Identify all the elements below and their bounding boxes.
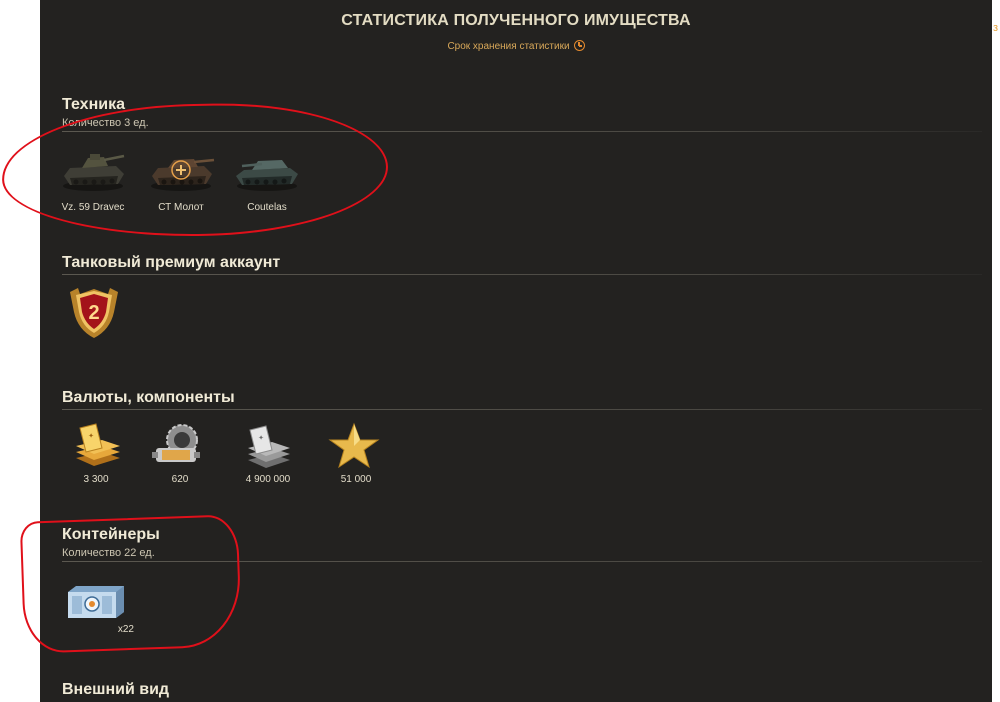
page-title: СТАТИСТИКА ПОЛУЧЕННОГО ИМУЩЕСТВА [341, 12, 691, 29]
section-divider [62, 131, 982, 132]
section-currencies: Валюты, компоненты [62, 389, 982, 410]
vehicle-name: Coutelas [247, 202, 287, 213]
currency-item-bonds[interactable]: 620 [150, 422, 210, 486]
section-count: Количество 22 ед. [62, 547, 155, 559]
tank-icon [63, 154, 125, 191]
premium-days-value: 2 [88, 302, 99, 324]
container-qty: x22 [117, 624, 134, 635]
section-appearance: Внешний вид [62, 681, 982, 699]
clock-icon [573, 40, 585, 51]
section-count: Количество 3 ед. [62, 117, 149, 129]
vehicle-name: Vz. 59 Dravec [61, 202, 125, 213]
section-containers: Контейнеры Количество 22 ед. [62, 526, 982, 562]
section-title: Внешний вид [62, 681, 170, 698]
currency-item-free-xp[interactable]: 51 000 [326, 422, 386, 486]
corner-fragment: з [993, 22, 999, 34]
section-premium: Танковый премиум аккаунт [62, 254, 982, 275]
stats-panel: СТАТИСТИКА ПОЛУЧЕННОГО ИМУЩЕСТВА Срок хр… [40, 0, 992, 702]
vehicle-item-2[interactable]: СТ Молот [146, 148, 216, 218]
section-title: Валюты, компоненты [62, 389, 235, 406]
container-item[interactable]: x22 [64, 582, 134, 638]
currency-item-credits[interactable]: ✦ 4 900 000 [238, 422, 298, 486]
storage-period-link[interactable]: Срок хранения статистики [40, 40, 992, 52]
section-divider [62, 561, 982, 562]
section-title: Техника [62, 96, 125, 113]
svg-text:✦: ✦ [258, 434, 264, 442]
currency-value: 51 000 [340, 474, 372, 485]
credits-icon: ✦ [248, 425, 290, 468]
vehicle-item-1[interactable]: Vz. 59 Dravec [58, 148, 128, 218]
section-title: Контейнеры [62, 526, 160, 543]
premium-badge[interactable]: 2 [64, 286, 124, 340]
vehicle-name: СТ Молот [158, 202, 204, 213]
section-vehicles: Техника Количество 3 ед. [62, 96, 982, 132]
container-icon [68, 586, 124, 618]
gold-icon: ✦ [76, 423, 120, 466]
svg-text:✦: ✦ [88, 432, 94, 440]
tank-icon [236, 160, 298, 191]
section-divider [62, 409, 982, 410]
section-title: Танковый премиум аккаунт [62, 254, 281, 271]
tank-icon [151, 158, 215, 191]
premium-shield-icon: 2 [70, 288, 118, 338]
section-divider [62, 274, 982, 275]
currency-value: 4 900 000 [245, 474, 291, 485]
bonds-icon [152, 424, 200, 462]
currency-value: 620 [171, 474, 189, 485]
vehicle-item-3[interactable]: Coutelas [232, 148, 302, 218]
free-xp-star-icon [328, 422, 380, 469]
storage-period-label: Срок хранения статистики [447, 41, 570, 52]
